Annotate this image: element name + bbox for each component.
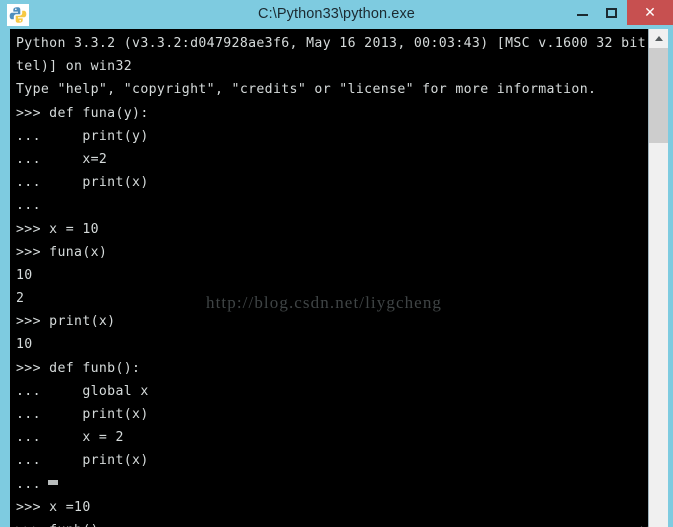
console-line: ... print(y) (16, 128, 149, 144)
close-icon: ✕ (644, 4, 656, 21)
scroll-up-button[interactable] (649, 29, 668, 47)
console-line: >>> x =10 (16, 499, 91, 515)
console-line: >>> def funb(): (16, 360, 141, 376)
console-line: Python 3.3.2 (v3.3.2:d047928ae3f6, May 1… (16, 36, 648, 51)
console-window: C:\Python33\python.exe ✕ Python 3.3.2 (v… (0, 0, 673, 527)
vertical-scrollbar[interactable] (648, 29, 668, 527)
console-line: tel)] on win32 (16, 59, 133, 75)
watermark-url: http://blog.csdn.net/liygcheng (206, 293, 443, 312)
console-line: Type "help", "copyright", "credits" or "… (16, 82, 597, 98)
console-line: ... (16, 476, 41, 492)
close-button[interactable]: ✕ (627, 0, 673, 25)
console-line: >>> funb() (16, 519, 648, 527)
maximize-button[interactable] (598, 0, 625, 25)
console-line: ... print(x) (16, 407, 149, 422)
scrollbar-thumb[interactable] (649, 48, 668, 143)
console-line: >>> x = 10 (16, 221, 99, 237)
console-line: 10 (16, 267, 33, 283)
console-line: 10 (16, 337, 33, 353)
console-line: >>> print(x) (16, 314, 116, 330)
console-output-area[interactable]: Python 3.3.2 (v3.3.2:d047928ae3f6, May 1… (10, 29, 648, 527)
console-line: ... print(x) (16, 175, 149, 191)
console-line: >>> def funa(y): (16, 105, 149, 121)
console-text: Python 3.3.2 (v3.3.2:d047928ae3f6, May 1… (16, 32, 648, 527)
console-frame: Python 3.3.2 (v3.3.2:d047928ae3f6, May 1… (0, 29, 673, 527)
maximize-icon (606, 7, 617, 18)
console-line: ... print(x) (16, 453, 149, 469)
watermark-brand: @51CTO博客 (573, 523, 648, 527)
minimize-button[interactable] (569, 0, 596, 25)
console-line: >>> funa(x) (16, 244, 108, 260)
scroll-up-icon (654, 35, 663, 41)
title-bar[interactable]: C:\Python33\python.exe ✕ (0, 0, 673, 29)
console-line: ... global x (16, 383, 149, 399)
text-cursor (48, 480, 58, 485)
minimize-icon (577, 14, 588, 16)
console-line: ... x=2 (16, 151, 108, 167)
window-right-border (668, 29, 673, 527)
console-line: ... x = 2 (16, 430, 124, 446)
console-line: ... (16, 198, 41, 214)
